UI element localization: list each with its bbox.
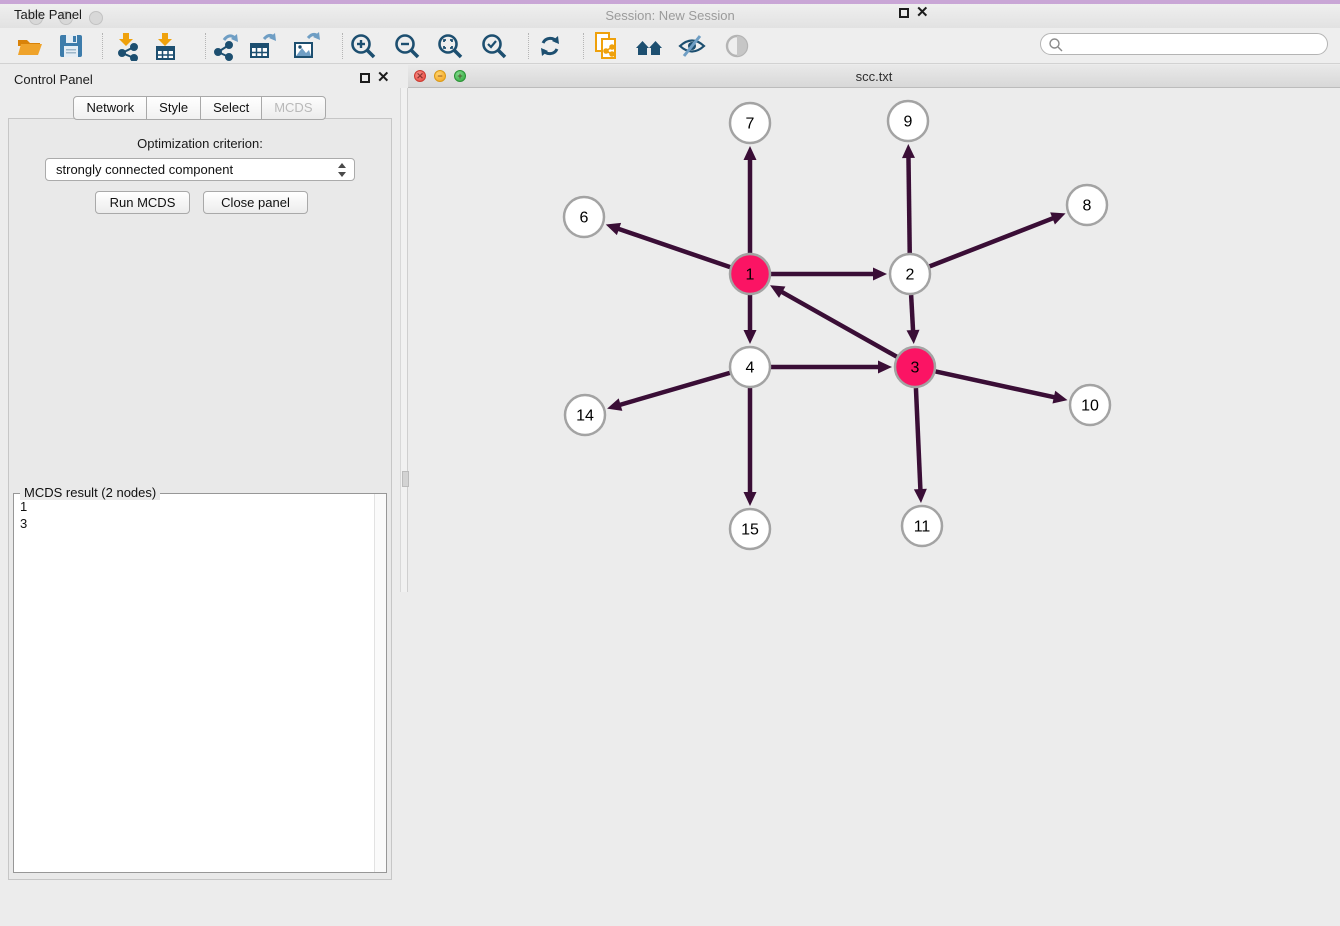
mcds-result-line: 1 [14,498,374,515]
graph-node-label: 1 [746,267,755,284]
graph-node-label: 9 [904,114,913,131]
mcds-result-list: 13 [14,498,374,872]
tab-select[interactable]: Select [200,96,262,120]
edge-arrowhead [607,398,622,410]
control-panel-title: Control Panel [14,72,93,87]
edge-arrowhead [606,223,621,235]
export-network-icon[interactable] [210,31,240,61]
clone-network-icon[interactable] [591,31,621,61]
export-table-icon[interactable] [247,31,277,61]
control-panel-tabs: Network Style Select MCDS [0,96,400,120]
edge-arrowhead [1052,391,1067,404]
criterion-value: strongly connected component [56,162,233,177]
network-canvas[interactable]: 1 2 3 4 6 7 8 9 10 11 14 15 [408,65,1340,569]
zoom-fit-icon[interactable] [435,31,465,61]
graph-node-label: 8 [1083,198,1092,215]
toolbar-separator [342,33,343,59]
edge-arrowhead [902,144,915,158]
close-table-panel-icon[interactable]: ✕ [916,5,929,21]
app-titlebar: Session: New Session [0,4,1340,28]
edge-3-10[interactable] [936,371,1056,397]
float-panel-icon[interactable] [360,73,370,83]
mcds-panel-body: Optimization criterion: strongly connect… [8,118,392,880]
graph-node-label: 11 [914,519,931,536]
table-panel-title: Table Panel [14,7,82,22]
graph-node-label: 15 [741,522,759,539]
edge-2-8[interactable] [930,218,1055,267]
edge-2-9[interactable] [908,156,909,253]
network-title: scc.txt [408,69,1340,84]
graph-node-label: 14 [576,408,594,425]
control-panel-titlebar: Control Panel ✕ [0,65,400,95]
tab-mcds[interactable]: MCDS [261,96,325,120]
result-scrollbar[interactable] [374,494,386,872]
export-image-icon[interactable] [291,31,321,61]
network-window: ✕ − + scc.txt 1 2 3 4 6 7 8 9 10 11 14 15 [408,65,1340,592]
edge-arrowhead [873,268,887,281]
edge-arrowhead [878,361,892,374]
toolbar-separator [102,33,103,59]
zoom-in-icon[interactable] [348,31,378,61]
show-all-icon[interactable] [722,31,752,61]
float-table-panel-icon[interactable] [899,8,909,18]
select-stepper-icon [337,162,347,178]
import-network-icon[interactable] [113,31,143,61]
hide-selected-icon[interactable] [677,31,707,61]
search-icon [1048,37,1064,53]
graph-node-label: 4 [746,360,755,377]
refresh-icon[interactable] [535,31,565,61]
graph-node-label: 6 [580,210,589,227]
open-session-icon[interactable] [14,31,44,61]
criterion-select[interactable]: strongly connected component [45,158,355,181]
control-panel: Control Panel ✕ Network Style Select MCD… [0,65,400,891]
edge-arrowhead [744,146,757,160]
graph-node-label: 3 [911,360,920,377]
run-mcds-button[interactable]: Run MCDS [95,191,190,214]
toolbar-separator [205,33,206,59]
optimization-criterion-label: Optimization criterion: [9,136,391,151]
zoom-out-icon[interactable] [392,31,422,61]
toolbar-separator [583,33,584,59]
edge-arrowhead [907,330,920,344]
zoom-selected-icon[interactable] [479,31,509,61]
tab-network[interactable]: Network [73,96,147,120]
first-neighbors-icon[interactable] [634,31,664,61]
tab-style[interactable]: Style [146,96,201,120]
mcds-result-line: 3 [14,515,374,532]
close-panel-button[interactable]: Close panel [203,191,308,214]
edge-1-6[interactable] [617,228,730,267]
edge-arrowhead [744,330,757,344]
mcds-result-box: MCDS result (2 nodes) 13 [13,493,387,873]
save-session-icon[interactable] [56,31,86,61]
network-titlebar: ✕ − + scc.txt [408,65,1340,88]
edge-arrowhead [914,489,927,503]
graph-node-label: 2 [906,267,915,284]
edge-3-11[interactable] [916,388,921,491]
edge-4-14[interactable] [619,373,730,405]
toolbar-separator [528,33,529,59]
import-table-icon[interactable] [151,31,181,61]
panel-splitter[interactable] [400,88,408,592]
app-title: Session: New Session [0,8,1340,23]
search-input[interactable] [1040,33,1328,55]
edge-3-1[interactable] [780,291,896,357]
graph-node-label: 10 [1081,398,1099,415]
edge-2-3[interactable] [911,295,913,332]
close-panel-icon[interactable]: ✕ [377,70,390,86]
main-toolbar [0,28,1340,64]
graph-node-label: 7 [746,116,755,133]
edge-arrowhead [744,492,757,506]
